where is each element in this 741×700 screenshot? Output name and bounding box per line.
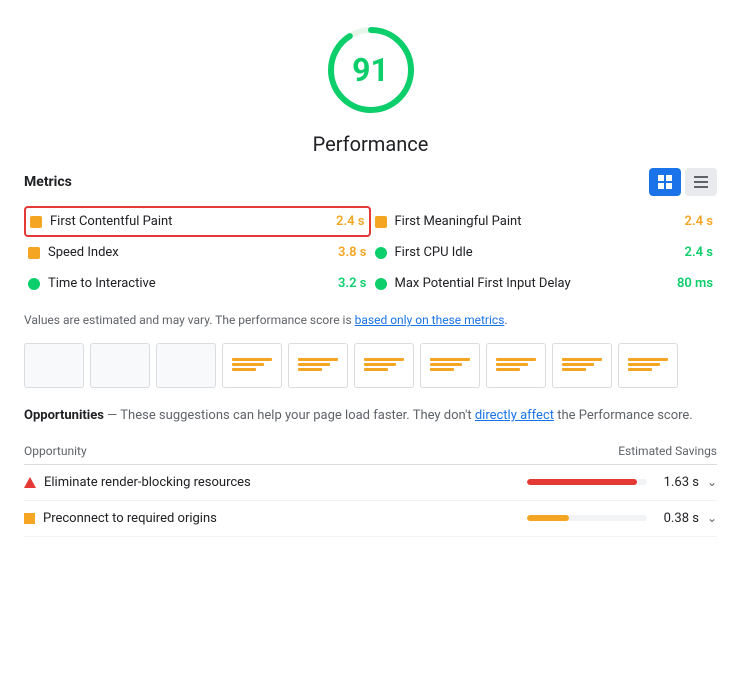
metric-dot-mpfid	[375, 278, 387, 290]
metric-name-tti: Time to Interactive	[48, 276, 330, 291]
triangle-red-icon	[24, 477, 36, 488]
opp-name-render-blocking: Eliminate render-blocking resources	[44, 475, 519, 490]
metrics-title: Metrics	[24, 174, 72, 190]
thumbnail-5	[288, 343, 348, 388]
opp-bar-fill-preconnect	[527, 515, 569, 521]
view-toggle	[649, 168, 717, 196]
chevron-down-icon-1[interactable]: ⌄	[707, 475, 717, 489]
metric-name-mpfid: Max Potential First Input Delay	[395, 276, 669, 291]
thumbnail-2	[90, 343, 150, 388]
thumbnail-9	[552, 343, 612, 388]
metric-dot-fmp	[375, 216, 387, 228]
opp-savings-preconnect: 0.38 s	[655, 511, 699, 526]
opportunities-header: Opportunities — These suggestions can he…	[24, 406, 717, 426]
thumbnails-row	[24, 343, 717, 388]
opp-bar-render-blocking	[527, 479, 647, 485]
metrics-header: Metrics	[24, 168, 717, 196]
info-text: Values are estimated and may vary. The p…	[24, 311, 717, 329]
metric-name-fci: First CPU Idle	[395, 245, 677, 260]
metric-first-contentful-paint: First Contentful Paint 2.4 s	[24, 206, 371, 237]
metric-dot-tti	[28, 278, 40, 290]
opp-savings-render-blocking: 1.63 s	[655, 475, 699, 490]
score-section: 91 Performance	[24, 20, 717, 156]
thumbnail-3	[156, 343, 216, 388]
col-savings: Estimated Savings	[618, 444, 717, 458]
metric-first-cpu-idle: First CPU Idle 2.4 s	[371, 237, 718, 268]
thumbnail-7	[420, 343, 480, 388]
list-view-button[interactable]	[685, 168, 717, 196]
thumbnail-10	[618, 343, 678, 388]
metric-speed-index: Speed Index 3.8 s	[24, 237, 371, 268]
thumbnail-8	[486, 343, 546, 388]
directly-affect-link[interactable]: directly affect	[475, 408, 554, 423]
metric-name-fcp: First Contentful Paint	[50, 214, 328, 229]
metric-value-fmp: 2.4 s	[685, 214, 713, 229]
metric-name-si: Speed Index	[48, 245, 330, 260]
opp-item-render-blocking[interactable]: Eliminate render-blocking resources 1.63…	[24, 465, 717, 501]
thumbnail-1	[24, 343, 84, 388]
metrics-link[interactable]: based only on these metrics	[355, 313, 505, 327]
metric-dot-si	[28, 247, 40, 259]
opportunities-table-header: Opportunity Estimated Savings	[24, 440, 717, 465]
metric-value-mpfid: 80 ms	[677, 276, 713, 291]
square-orange-icon	[24, 513, 35, 524]
score-circle: 91	[321, 20, 421, 120]
metric-dot-fcp	[30, 216, 42, 228]
metric-first-meaningful-paint: First Meaningful Paint 2.4 s	[371, 206, 718, 237]
metric-time-to-interactive: Time to Interactive 3.2 s	[24, 268, 371, 299]
metrics-grid: First Contentful Paint 2.4 s First Meani…	[24, 206, 717, 299]
thumbnail-4	[222, 343, 282, 388]
metric-dot-fci	[375, 247, 387, 259]
metric-value-fci: 2.4 s	[685, 245, 713, 260]
thumbnail-6	[354, 343, 414, 388]
metric-value-tti: 3.2 s	[338, 276, 366, 291]
opp-item-preconnect[interactable]: Preconnect to required origins 0.38 s ⌄	[24, 501, 717, 537]
opp-bar-preconnect	[527, 515, 647, 521]
metric-value-si: 3.8 s	[338, 245, 366, 260]
score-value: 91	[352, 51, 389, 89]
opp-bar-fill-render-blocking	[527, 479, 637, 485]
metric-value-fcp: 2.4 s	[336, 214, 364, 229]
col-opportunity: Opportunity	[24, 444, 87, 458]
grid-view-button[interactable]	[649, 168, 681, 196]
opp-name-preconnect: Preconnect to required origins	[43, 511, 519, 526]
metric-name-fmp: First Meaningful Paint	[395, 214, 677, 229]
chevron-down-icon-2[interactable]: ⌄	[707, 511, 717, 525]
metric-max-potential-fid: Max Potential First Input Delay 80 ms	[371, 268, 718, 299]
performance-label: Performance	[313, 132, 429, 156]
